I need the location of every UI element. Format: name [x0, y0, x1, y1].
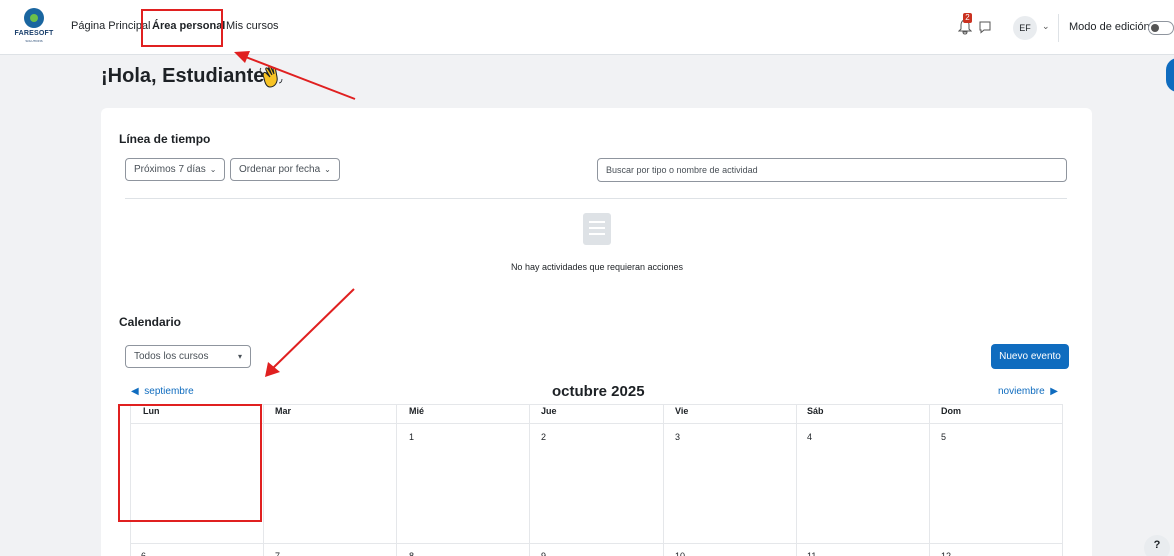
calendar-grid-line [130, 423, 1062, 424]
calendar-grid-line [663, 404, 664, 556]
calendar-day-cell[interactable]: 7 [275, 551, 280, 556]
gear-logo-icon [24, 8, 44, 28]
chevron-down-icon: ⌄ [324, 165, 331, 174]
calendar-day-cell[interactable]: 10 [675, 551, 685, 556]
calendar-day-cell[interactable]: 6 [141, 551, 146, 556]
chevron-down-icon: ⌄ [209, 165, 217, 174]
arrow-left-icon: ◀ [131, 386, 139, 397]
select-arrows-icon: ▾ [237, 352, 242, 361]
navbar-divider [1058, 14, 1059, 42]
timeline-days-filter[interactable]: Próximos 7 días ⌄ [125, 158, 226, 181]
timeline-sort-label: Ordenar por fecha [239, 164, 321, 175]
edit-mode-toggle[interactable] [1148, 21, 1174, 35]
page-greeting: ¡Hola, Estudiante! [101, 65, 272, 87]
help-button[interactable]: ? [1144, 535, 1170, 556]
weekday-header: Mié [409, 406, 425, 416]
calendar-day-cell[interactable]: 11 [807, 551, 816, 556]
weekday-header: Mar [275, 406, 292, 416]
weekday-header: Sáb [807, 406, 824, 416]
block-drawer-toggle[interactable] [1166, 58, 1174, 92]
calendar-day-cell[interactable]: 5 [941, 432, 946, 442]
prev-month-link[interactable]: ◀ septiembre [131, 386, 194, 397]
course-filter-value: Todos los cursos [134, 351, 209, 362]
timeline-search-input[interactable]: Buscar por tipo o nombre de actividad [597, 158, 1067, 182]
calendar-title: Calendario [119, 315, 182, 329]
calendar-grid-line [396, 404, 397, 556]
calendar-grid-line [1062, 404, 1063, 556]
chevron-down-icon[interactable]: ⌄ [1042, 21, 1050, 32]
calendar-day-cell[interactable]: 12 [941, 551, 951, 556]
prev-month-label: septiembre [144, 386, 194, 397]
calendar-day-cell[interactable]: 3 [675, 432, 680, 442]
calendar-grid-line [929, 404, 930, 556]
nav-home-link[interactable]: Página Principal [71, 20, 151, 32]
calendar-day-cell[interactable]: 1 [409, 432, 414, 442]
calendar-day-cell[interactable]: 4 [807, 432, 812, 442]
waving-hand-icon [258, 64, 284, 90]
calendar-grid-line [796, 404, 797, 556]
next-month-link[interactable]: noviembre ▶ [998, 386, 1058, 397]
nav-my-courses-link[interactable]: Mis cursos [226, 20, 279, 32]
notifications-count-badge: 2 [963, 13, 972, 23]
calendar-grid-line [130, 404, 1062, 405]
annotation-highlight-box [118, 404, 262, 522]
timeline-sort-dropdown[interactable]: Ordenar por fecha ⌄ [230, 158, 340, 181]
timeline-title: Línea de tiempo [119, 132, 211, 146]
user-avatar[interactable]: EF [1013, 16, 1037, 40]
logo-subtext: SOLUTIONS [25, 39, 43, 43]
arrow-right-icon: ▶ [1050, 386, 1058, 397]
next-month-label: noviembre [998, 386, 1045, 397]
calendar-day-cell[interactable]: 2 [541, 432, 546, 442]
new-event-button[interactable]: Nuevo evento [991, 344, 1069, 369]
calendar-day-cell[interactable]: 9 [541, 551, 546, 556]
calendar-grid-line [529, 404, 530, 556]
weekday-header: Vie [675, 406, 689, 416]
course-filter-select[interactable]: Todos los cursos ▾ [125, 345, 251, 368]
calendar-day-cell[interactable]: 8 [409, 551, 414, 556]
logo-text: FARESOFT [14, 30, 54, 37]
weekday-header: Dom [941, 406, 961, 416]
edit-mode-label: Modo de edición [1069, 21, 1150, 33]
site-logo[interactable]: FARESOFT SOLUTIONS [14, 8, 54, 48]
empty-list-icon [583, 213, 611, 245]
calendar-grid-line [130, 543, 1062, 544]
timeline-empty-message: No hay actividades que requieran accione… [510, 262, 684, 272]
annotation-highlight-box [141, 9, 223, 47]
weekday-header: Jue [541, 406, 557, 416]
calendar-grid-line [263, 404, 264, 556]
messages-chat-icon[interactable] [978, 20, 992, 34]
current-month-title: octubre 2025 [552, 383, 645, 400]
timeline-days-filter-label: Próximos 7 días [134, 164, 206, 175]
timeline-divider [125, 198, 1067, 199]
